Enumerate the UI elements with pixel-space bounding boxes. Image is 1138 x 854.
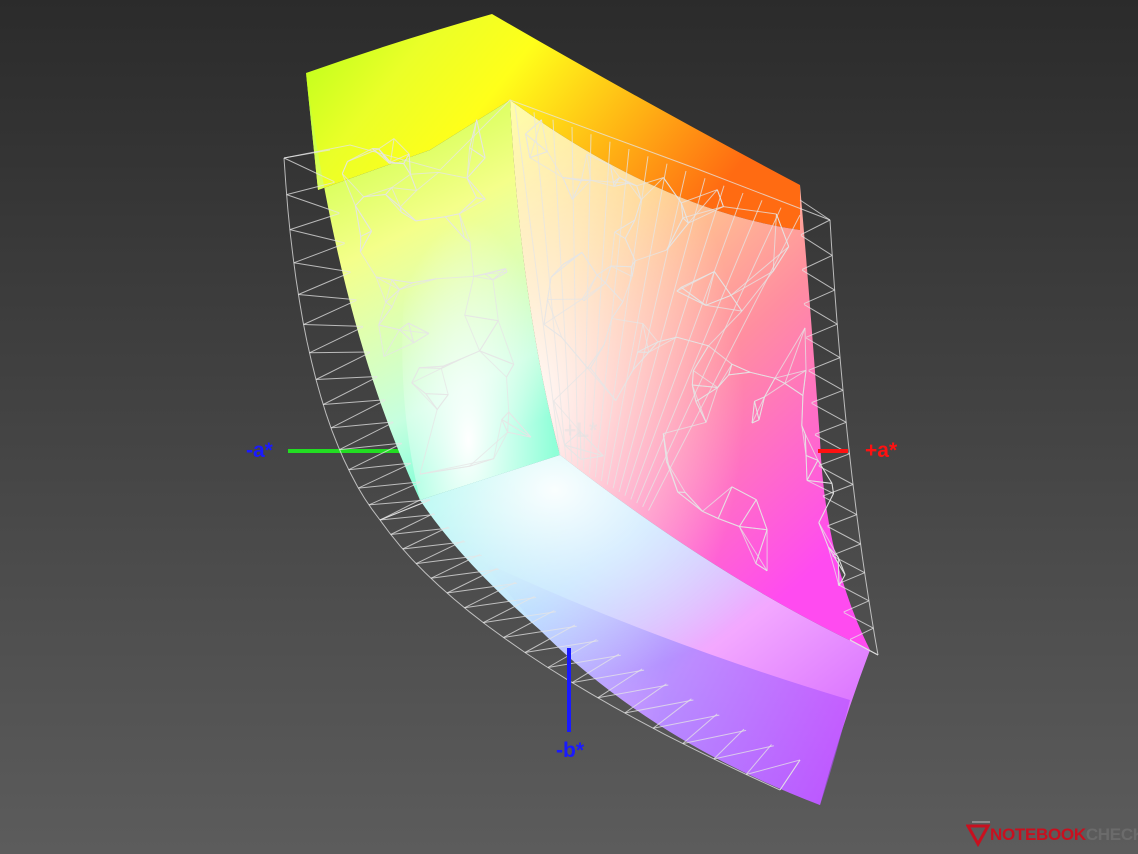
notebookcheck-logo-text: NOTEBOOKCHECK [990, 825, 1138, 845]
pos-a-axis-label: +a* [865, 439, 898, 462]
notebookcheck-watermark: NOTEBOOKCHECK [966, 818, 1138, 848]
logo-brand-part2: CHECK [1085, 825, 1138, 844]
l-axis-label: +L* [564, 419, 598, 442]
logo-brand-part1: NOTEBOOK [990, 825, 1086, 844]
neg-b-axis-label: -b* [556, 739, 584, 762]
notebookcheck-logo-icon [966, 821, 991, 848]
wireframe-edge [419, 367, 442, 369]
neg-a-axis-label: -a* [246, 439, 273, 462]
